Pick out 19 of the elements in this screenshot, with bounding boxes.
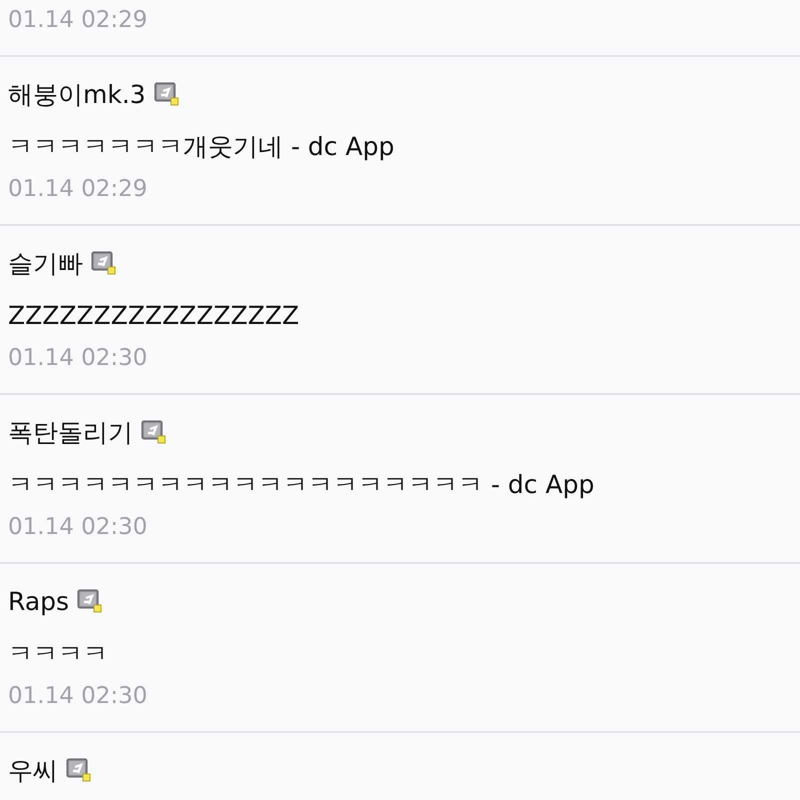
- comment-author: 폭탄돌리기: [8, 417, 133, 449]
- comment-text: ZZZZZZZZZZZZZZZZZ: [8, 300, 300, 332]
- badge-icon: [154, 82, 180, 108]
- comment-date: 01.14 02:29: [8, 6, 148, 35]
- comment-author: 우씨: [8, 755, 58, 787]
- badge-icon: [141, 420, 167, 446]
- comment-date: 01.14 02:30: [8, 513, 148, 542]
- comment-author: 슬기빠: [8, 248, 83, 280]
- badge-icon: [66, 758, 92, 784]
- comment-author: 해붕이mk.3: [8, 79, 146, 111]
- comment-date: 01.14 02:29: [8, 175, 148, 204]
- badge-icon: [77, 589, 104, 615]
- comment-date: 01.14 02:30: [8, 344, 148, 373]
- comment-text: ㅋㅋㅋㅋㅋㅋㅋㅋㅋㅋㅋㅋㅋㅋㅋㅋㅋㅋㅋ - dc App: [8, 469, 594, 501]
- comment-date: 01.14 02:30: [8, 682, 148, 711]
- comment-author: Raps: [8, 586, 70, 618]
- comment-text: ㅋㅋㅋㅋㅋㅋㅋ개웃기네 - dc App: [8, 131, 394, 163]
- badge-icon: [91, 251, 117, 277]
- comment-text: ㅋㅋㅋㅋ: [8, 638, 108, 670]
